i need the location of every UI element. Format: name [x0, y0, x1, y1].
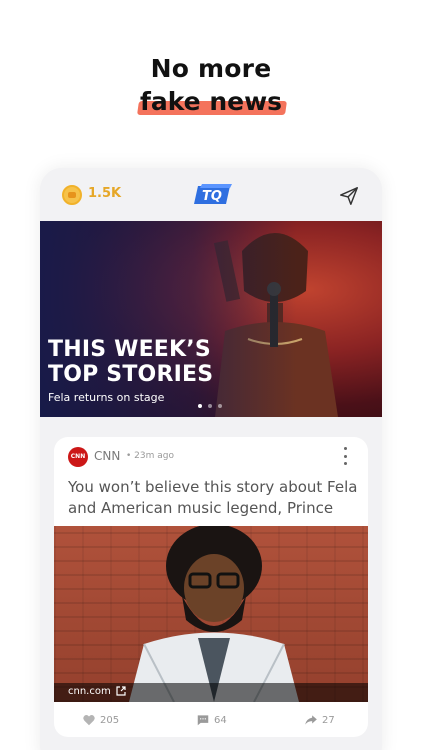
app-store-screenshot: No more fake news 1.5K TQ THIS WEEK’S TO… [0, 0, 422, 750]
card-actions: 205 64 27 [54, 705, 368, 737]
more-icon[interactable] [342, 447, 348, 465]
coin-balance[interactable]: 1.5K [88, 186, 121, 201]
top-bar: 1.5K TQ [40, 168, 382, 221]
external-link-icon [116, 686, 126, 696]
headline-line2-wrapper: fake news [136, 87, 288, 116]
source-logo: CNN [68, 447, 88, 467]
headline-line2: fake news [139, 87, 283, 116]
post-time: • 23m ago [126, 451, 174, 461]
card-image[interactable]: cnn.com [54, 526, 368, 702]
carousel-dot[interactable] [218, 404, 222, 408]
comment-icon [197, 715, 209, 726]
comment-button[interactable]: 64 [196, 713, 227, 727]
logo-text: TQ [202, 189, 222, 204]
send-icon[interactable] [338, 185, 360, 207]
app-logo-icon: TQ [194, 184, 232, 204]
like-count: 205 [100, 714, 120, 726]
share-icon [305, 715, 317, 725]
image-source-bar[interactable]: cnn.com [54, 683, 368, 702]
share-count: 27 [322, 714, 335, 726]
comment-count: 64 [214, 714, 227, 726]
heart-icon [83, 714, 95, 726]
hero-overlay [40, 221, 382, 417]
news-card[interactable]: CNN CNN • 23m ago You won’t believe this… [54, 437, 368, 737]
hero-subtitle: Fela returns on stage [48, 391, 165, 404]
carousel-dots [198, 404, 222, 408]
hero-carousel[interactable]: THIS WEEK’S TOP STORIES Fela returns on … [40, 221, 382, 417]
hero-title-line2: TOP STORIES [48, 362, 214, 387]
card-title[interactable]: You won’t believe this story about Fela … [68, 477, 358, 519]
cartoon-illustration [129, 526, 299, 702]
share-button[interactable]: 27 [304, 713, 335, 727]
headline-line1: No more [150, 54, 272, 83]
image-source: cnn.com [68, 686, 111, 697]
hero-title: THIS WEEK’S TOP STORIES [48, 337, 213, 387]
carousel-dot[interactable] [208, 404, 212, 408]
source-name[interactable]: CNN [94, 449, 120, 463]
headline: No more fake news [0, 54, 422, 116]
carousel-dot[interactable] [198, 404, 202, 408]
coin-icon[interactable] [62, 185, 82, 205]
hero-title-line1: THIS WEEK’S [48, 337, 211, 362]
like-button[interactable]: 205 [82, 713, 119, 727]
phone-frame: 1.5K TQ THIS WEEK’S TOP STORIES Fela ret… [40, 168, 382, 750]
